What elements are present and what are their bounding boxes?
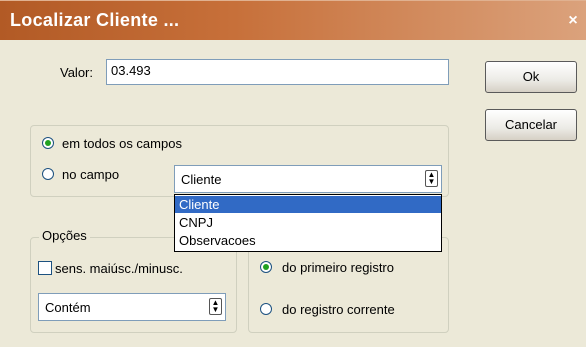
field-select-value: Cliente [181, 172, 222, 187]
valor-input-value: 03.493 [111, 63, 151, 78]
cancel-button[interactable]: Cancelar [485, 109, 577, 141]
field-dropdown-list[interactable]: Cliente CNPJ Observacoes [174, 194, 442, 252]
ok-button[interactable]: Ok [485, 61, 577, 93]
updown-arrow-icon[interactable]: ▲ ▼ [425, 170, 438, 187]
field-option-observacoes[interactable]: Observacoes [175, 232, 441, 249]
title-bar[interactable]: Localizar Cliente ... × [0, 0, 586, 40]
one-field-label: no campo [62, 167, 120, 182]
from-current-radio[interactable] [260, 303, 272, 315]
close-icon[interactable]: × [564, 11, 582, 31]
field-option-cliente[interactable]: Cliente [175, 196, 441, 213]
from-current-label: do registro corrente [282, 302, 395, 317]
all-fields-radio[interactable] [42, 137, 54, 149]
match-mode-select[interactable]: Contém ▲ ▼ [38, 293, 226, 321]
field-select[interactable]: Cliente ▲ ▼ [174, 165, 442, 193]
match-mode-value: Contém [45, 300, 91, 315]
one-field-radio[interactable] [42, 168, 54, 180]
from-first-label: do primeiro registro [282, 260, 394, 275]
case-sensitive-checkbox[interactable] [38, 261, 52, 275]
from-first-radio[interactable] [260, 261, 272, 273]
options-legend: Opções [39, 228, 90, 243]
valor-label: Valor: [60, 65, 93, 80]
case-sensitive-label: sens. maiúsc./minusc. [55, 261, 183, 276]
field-option-cnpj[interactable]: CNPJ [175, 214, 441, 231]
window-title: Localizar Cliente ... [10, 10, 180, 30]
updown-arrow-icon[interactable]: ▲ ▼ [209, 298, 222, 315]
valor-input[interactable]: 03.493 [106, 59, 449, 85]
all-fields-label: em todos os campos [62, 136, 182, 151]
